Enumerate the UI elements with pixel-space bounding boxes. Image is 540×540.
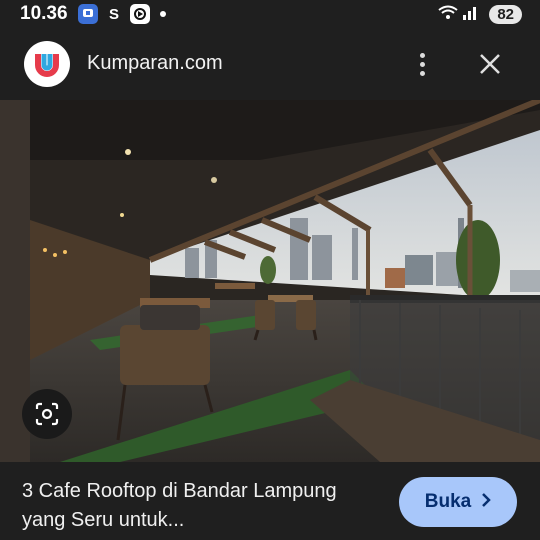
status-time: 10.36: [20, 3, 68, 24]
source-header: Kumparan.com: [0, 28, 540, 100]
more-notifications-dot: [160, 11, 166, 17]
site-name[interactable]: Kumparan.com: [87, 52, 223, 75]
notification-icons: S: [78, 4, 166, 24]
open-button-label: Buka: [424, 491, 472, 512]
open-button[interactable]: Buka: [399, 477, 517, 527]
s-app-icon: S: [108, 5, 119, 23]
more-options-icon[interactable]: [410, 48, 434, 80]
battery-indicator: 82: [489, 5, 522, 24]
result-title[interactable]: 3 Cafe Rooftop di Bandar Lampung yang Se…: [22, 477, 382, 535]
close-icon[interactable]: [474, 48, 506, 80]
system-status: 82: [437, 3, 522, 26]
rooftop-cafe-photo[interactable]: [0, 100, 540, 462]
wifi-signal-icon: [437, 3, 481, 26]
chevron-right-icon: [481, 491, 492, 513]
kumparan-logo-icon: [24, 41, 70, 87]
messaging-app-icon: [78, 4, 98, 24]
status-bar: 10.36 S 82: [0, 0, 540, 28]
media-app-icon: [130, 4, 150, 24]
visual-search-icon[interactable]: [22, 389, 72, 439]
